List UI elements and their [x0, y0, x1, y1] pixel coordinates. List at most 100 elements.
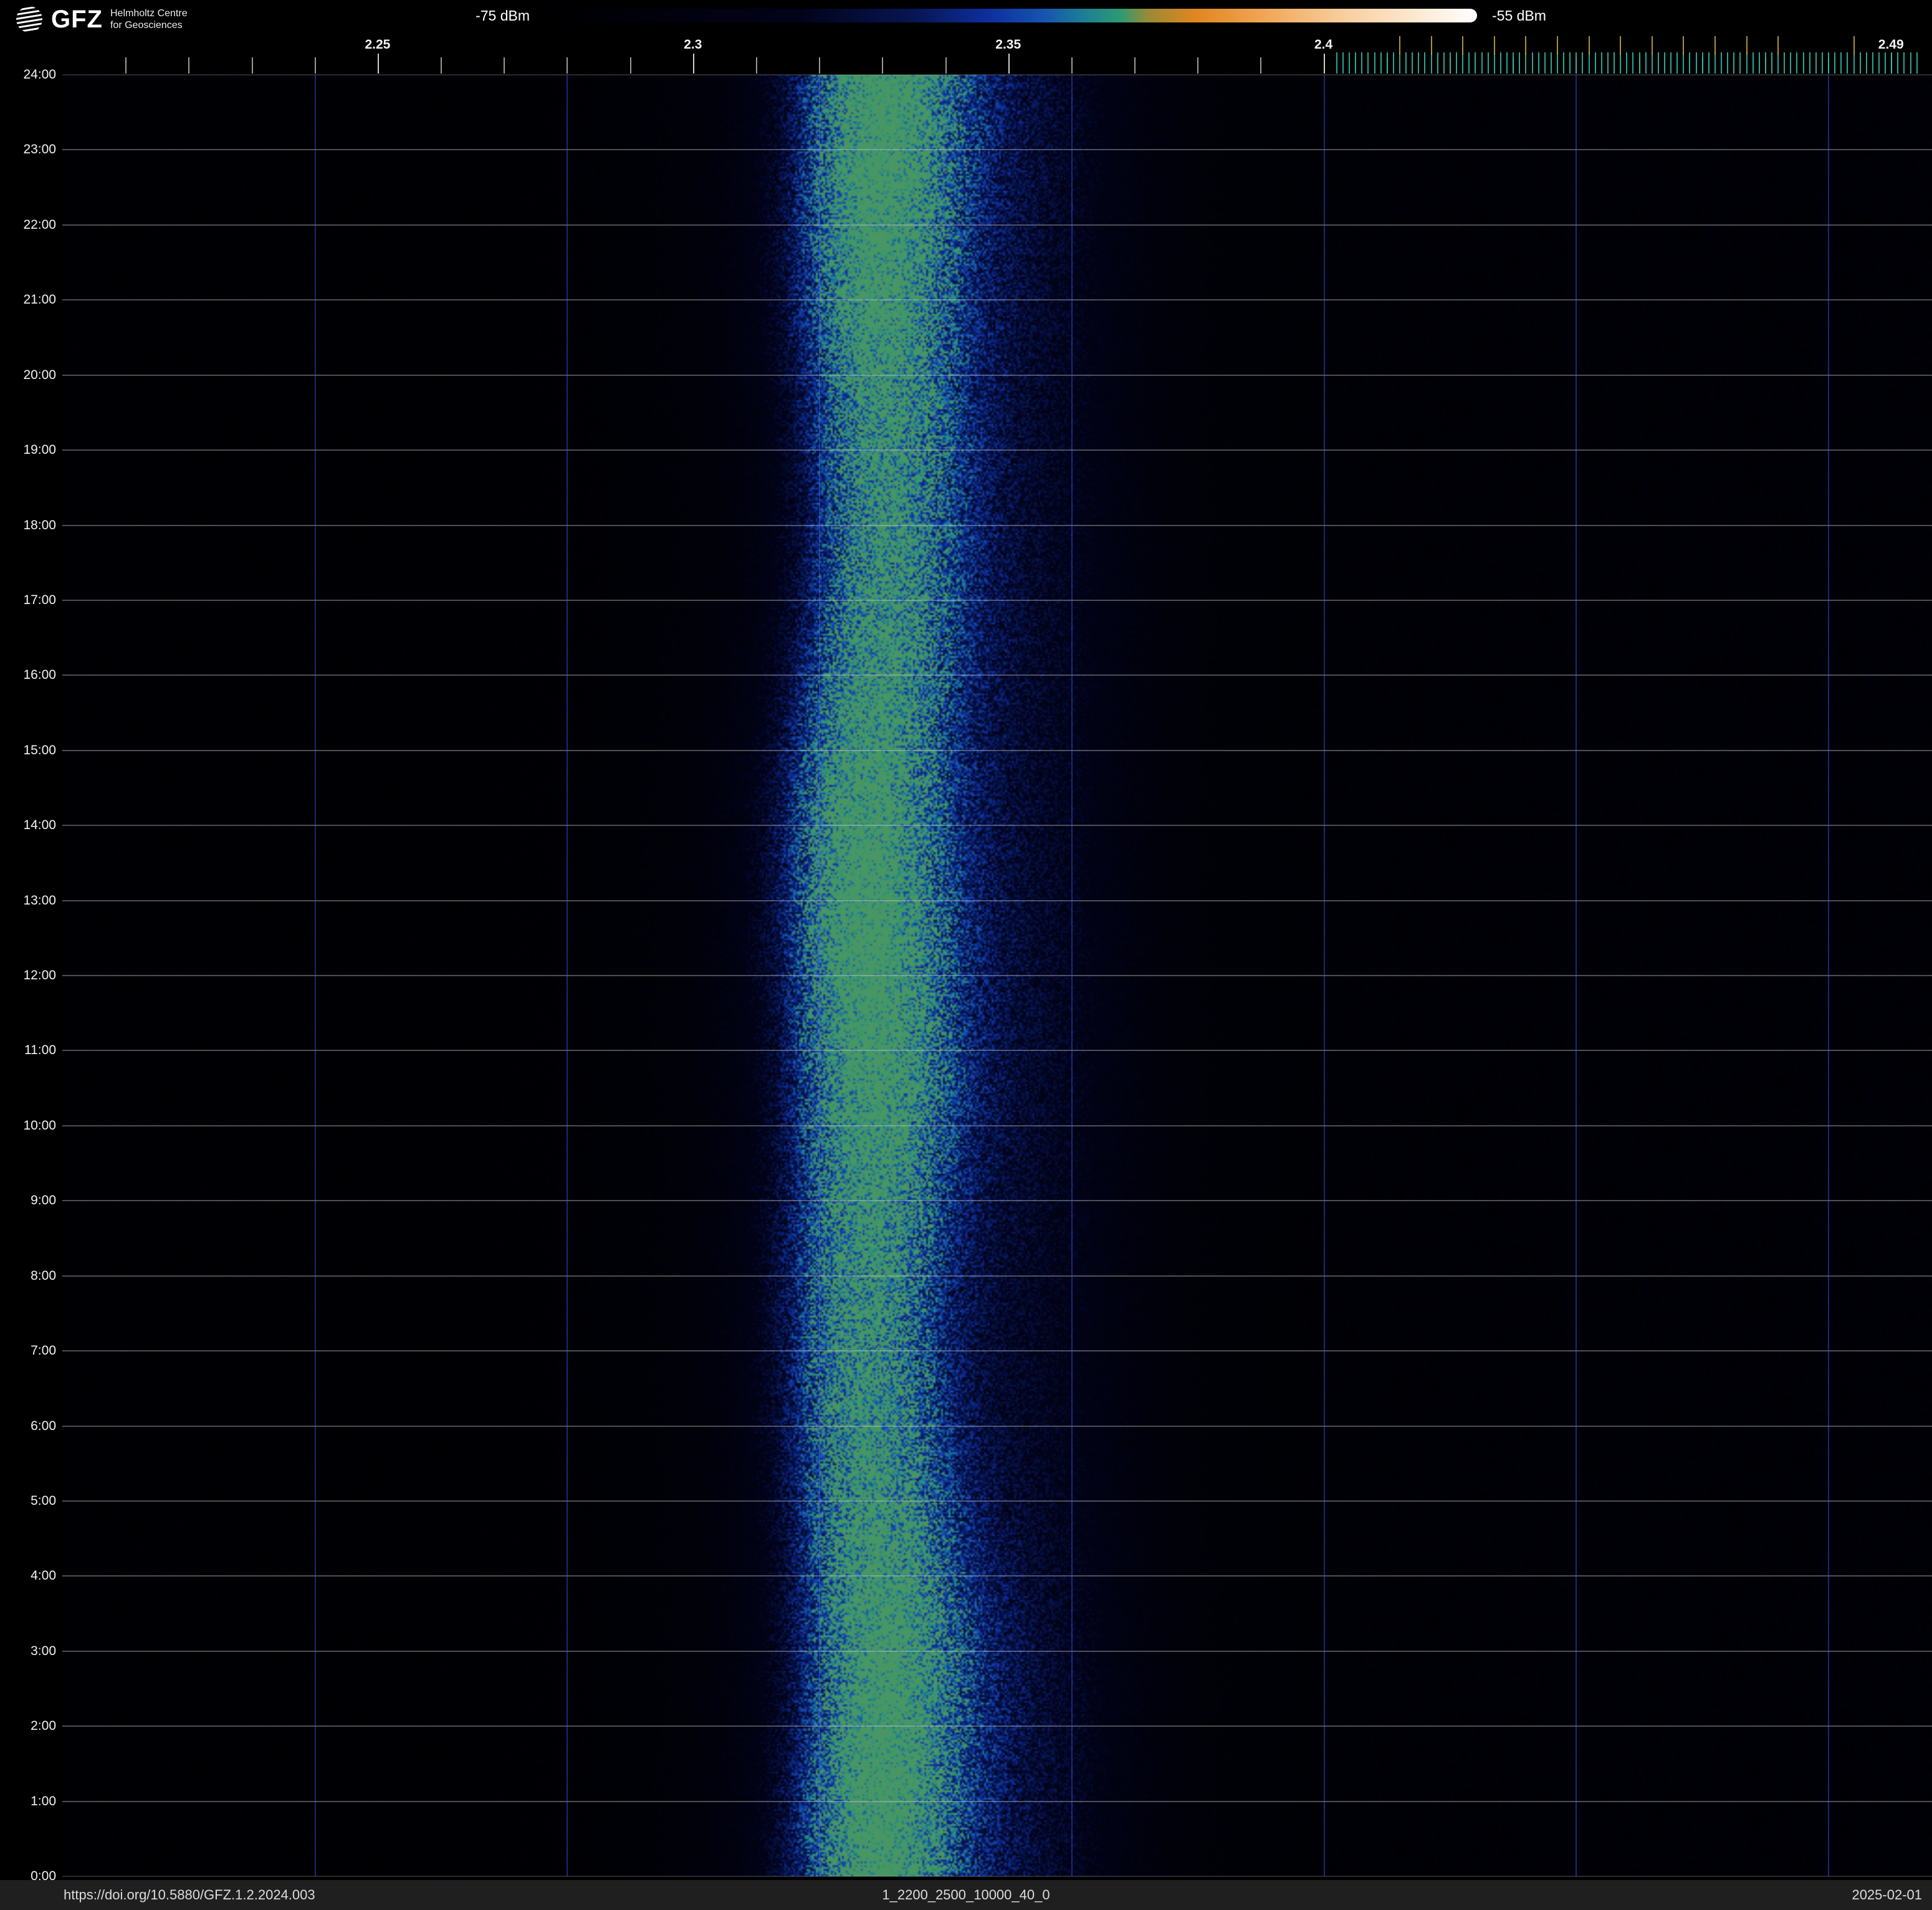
channel-tick-teal — [1885, 52, 1887, 74]
channel-tick-teal — [1695, 52, 1697, 74]
channel-tick-teal — [1342, 52, 1344, 74]
channel-tick-teal — [1349, 52, 1351, 74]
channel-tick-teal — [1916, 52, 1918, 74]
channel-tick-teal — [1897, 52, 1899, 74]
channel-tick-teal — [1594, 52, 1596, 74]
channel-tick-teal — [1443, 52, 1445, 74]
channel-tick-teal — [1859, 52, 1861, 74]
minor-tick — [945, 57, 947, 74]
frequency-gridline — [1071, 75, 1073, 1876]
channel-tick-teal — [1531, 52, 1533, 74]
hour-gridline — [62, 1650, 1932, 1652]
channel-tick-teal — [1626, 52, 1628, 74]
channel-tick-yellow — [1714, 36, 1716, 55]
frequency-gridline — [819, 75, 821, 1876]
x-tick-label: 2.35 — [995, 37, 1021, 52]
channel-tick-teal — [1418, 52, 1420, 74]
y-tick-label: 10:00 — [23, 1118, 56, 1133]
gfz-logo-icon — [16, 6, 42, 32]
channel-tick-teal — [1600, 52, 1602, 74]
channel-tick-teal — [1727, 52, 1729, 74]
channel-tick-teal — [1815, 52, 1817, 74]
y-tick-label: 16:00 — [23, 668, 56, 683]
minor-tick — [251, 57, 253, 74]
dataset-id: 1_2200_2500_10000_40_0 — [882, 1887, 1050, 1903]
channel-tick-teal — [1910, 52, 1911, 74]
channel-tick-teal — [1481, 52, 1483, 74]
major-tick — [1323, 54, 1325, 74]
channel-tick-teal — [1361, 52, 1363, 74]
channel-tick-teal — [1638, 52, 1640, 74]
channel-tick-teal — [1651, 52, 1653, 74]
channel-tick-yellow — [1430, 36, 1432, 55]
y-tick-label: 22:00 — [23, 217, 56, 232]
channel-tick-teal — [1355, 52, 1357, 74]
channel-tick-teal — [1733, 52, 1735, 74]
frequency-gridline — [1576, 75, 1577, 1876]
channel-tick-teal — [1456, 52, 1458, 74]
hour-gridline — [62, 224, 1932, 226]
channel-tick-teal — [1487, 52, 1489, 74]
y-tick-label: 17:00 — [23, 592, 56, 607]
channel-tick-teal — [1657, 52, 1659, 74]
doi-link[interactable]: https://doi.org/10.5880/GFZ.1.2.2024.003 — [64, 1880, 315, 1910]
hour-gridline — [62, 74, 1932, 75]
channel-tick-yellow — [1683, 36, 1685, 55]
x-tick-label: 2.3 — [684, 37, 702, 52]
channel-tick-teal — [1689, 52, 1691, 74]
channel-tick-teal — [1802, 52, 1804, 74]
hour-gridline — [62, 674, 1932, 676]
major-tick — [1008, 54, 1010, 74]
channel-tick-teal — [1853, 52, 1855, 74]
spectrogram-page: GFZ Helmholtz Centre for Geosciences -75… — [0, 0, 1932, 1910]
channel-tick-yellow — [1746, 36, 1748, 55]
channel-tick-teal — [1683, 52, 1685, 74]
channel-tick-yellow — [1853, 36, 1855, 55]
x-tick-label: 2.4 — [1314, 37, 1333, 52]
channel-tick-teal — [1872, 52, 1873, 74]
channel-tick-teal — [1834, 52, 1836, 74]
y-tick-label: 3:00 — [31, 1643, 56, 1658]
minor-tick — [1071, 57, 1073, 74]
channel-tick-teal — [1746, 52, 1748, 74]
channel-tick-teal — [1563, 52, 1565, 74]
channel-tick-teal — [1714, 52, 1716, 74]
y-tick-label: 12:00 — [23, 968, 56, 982]
channel-tick-teal — [1764, 52, 1766, 74]
hour-gridline — [62, 1125, 1932, 1126]
channel-tick-yellow — [1399, 36, 1401, 55]
logo-subtitle-line1: Helmholtz Centre — [110, 8, 188, 19]
hour-gridline — [62, 1350, 1932, 1352]
colorbar-min-label: -75 dBm — [476, 7, 530, 24]
hour-gridline — [62, 374, 1932, 376]
channel-tick-teal — [1556, 52, 1558, 74]
frequency-gridline — [1323, 75, 1325, 1876]
y-tick-label: 2:00 — [31, 1719, 56, 1734]
channel-tick-teal — [1701, 52, 1703, 74]
y-tick-label: 21:00 — [23, 292, 56, 307]
channel-tick-teal — [1412, 52, 1413, 74]
minor-tick — [567, 57, 568, 74]
hour-gridline — [62, 900, 1932, 901]
channel-tick-teal — [1821, 52, 1823, 74]
channel-tick-teal — [1437, 52, 1438, 74]
footer-bar: https://doi.org/10.5880/GFZ.1.2.2024.003… — [0, 1880, 1932, 1910]
channel-tick-teal — [1493, 52, 1495, 74]
channel-tick-teal — [1645, 52, 1647, 74]
major-tick — [377, 54, 379, 74]
channel-tick-teal — [1708, 52, 1710, 74]
channel-tick-teal — [1784, 52, 1786, 74]
channel-tick-teal — [1865, 52, 1867, 74]
y-tick-label: 13:00 — [23, 893, 56, 908]
channel-tick-teal — [1399, 52, 1401, 74]
minor-tick — [819, 57, 821, 74]
hour-gridline — [62, 1425, 1932, 1427]
minor-tick — [188, 57, 190, 74]
channel-tick-teal — [1632, 52, 1634, 74]
channel-tick-teal — [1392, 52, 1394, 74]
minor-tick — [504, 57, 505, 74]
date-label: 2025-02-01 — [1852, 1887, 1922, 1903]
channel-tick-teal — [1576, 52, 1577, 74]
channel-tick-teal — [1537, 52, 1539, 74]
channel-tick-teal — [1569, 52, 1571, 74]
